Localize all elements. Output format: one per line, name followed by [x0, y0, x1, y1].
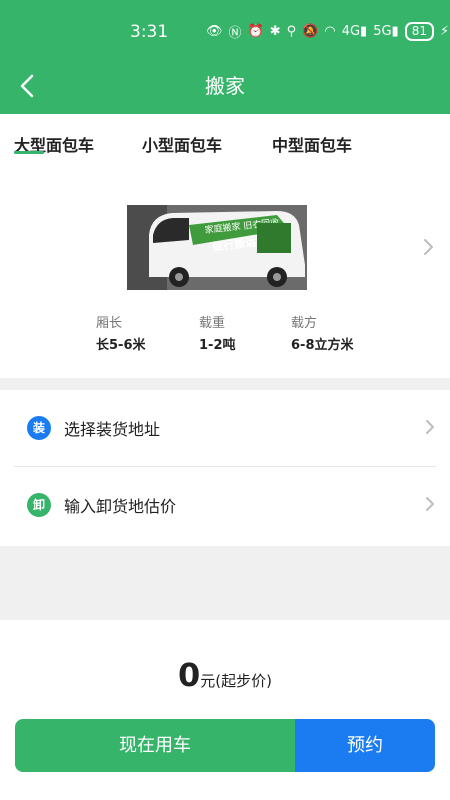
vehicle-tabs: 大型面包车 小型面包车 中型面包车 [0, 114, 450, 174]
app-header: 3:31 👁 Ⓝ ⏰ ✱ ⚲ 🔕 ◠ 4G▮ 5G▮ 81 ⚡ 搬家 [0, 0, 450, 114]
spec-load: 载重 1-2吨 [199, 312, 236, 353]
nfc-icon: Ⓝ [228, 26, 242, 41]
price-amount: 0 [178, 656, 201, 694]
spec-value: 长5-6米 [96, 338, 146, 353]
status-time: 3:31 [130, 22, 169, 42]
spec-volume: 载方 6-8立方米 [291, 312, 354, 353]
tab-small-van[interactable]: 小型面包车 [142, 132, 222, 156]
status-icons: 👁 Ⓝ ⏰ ✱ ⚲ 🔕 ◠ 4G▮ 5G▮ 81 ⚡ [206, 22, 449, 41]
signal-5g-icon: 5G▮ [373, 24, 399, 39]
spec-label: 载重 [199, 316, 226, 331]
van-image: 家庭搬家 旧衣回收 蚁行搬运队 [127, 205, 307, 290]
tab-medium-van[interactable]: 中型面包车 [272, 132, 352, 156]
spec-value: 6-8立方米 [291, 338, 354, 353]
load-address-row[interactable]: 装 选择装货地址 [0, 390, 450, 466]
page-title: 搬家 [205, 74, 245, 98]
unload-address-label: 输入卸货地估价 [64, 497, 177, 516]
signal-4g-icon: 4G▮ [341, 24, 368, 39]
charging-icon: ⚡ [439, 24, 450, 39]
bluetooth-icon: ✱ [269, 24, 281, 39]
wifi-icon: ◠ [324, 24, 336, 39]
unload-badge: 卸 [27, 493, 51, 517]
location-icon: ⚲ [286, 24, 297, 39]
load-address-label: 选择装货地址 [64, 420, 161, 439]
alarm-icon: ⏰ [247, 24, 264, 39]
price-unit: 元(起步价) [200, 672, 272, 690]
spec-value: 1-2吨 [199, 338, 236, 353]
mute-icon: 🔕 [302, 24, 319, 39]
chevron-right-icon [424, 239, 433, 255]
spec-length: 厢长 长5-6米 [96, 312, 146, 353]
chevron-right-icon [426, 497, 434, 511]
book-button[interactable]: 预约 [295, 719, 435, 772]
load-badge: 装 [27, 416, 51, 440]
price-display: 0元(起步价) [0, 656, 450, 694]
eye-icon: 👁 [206, 24, 223, 39]
spec-label: 厢长 [96, 316, 123, 331]
chevron-right-icon [426, 420, 434, 434]
next-vehicle-arrow[interactable] [420, 236, 436, 258]
section-divider [0, 378, 450, 390]
battery-indicator: 81 [404, 22, 434, 41]
use-now-button[interactable]: 现在用车 [15, 719, 295, 772]
active-tab-indicator [14, 151, 44, 154]
section-divider [0, 546, 450, 620]
unload-address-row[interactable]: 卸 输入卸货地估价 [0, 467, 450, 543]
spec-label: 载方 [291, 316, 318, 331]
status-bar: 3:31 👁 Ⓝ ⏰ ✱ ⚲ 🔕 ◠ 4G▮ 5G▮ 81 ⚡ [0, 0, 450, 64]
